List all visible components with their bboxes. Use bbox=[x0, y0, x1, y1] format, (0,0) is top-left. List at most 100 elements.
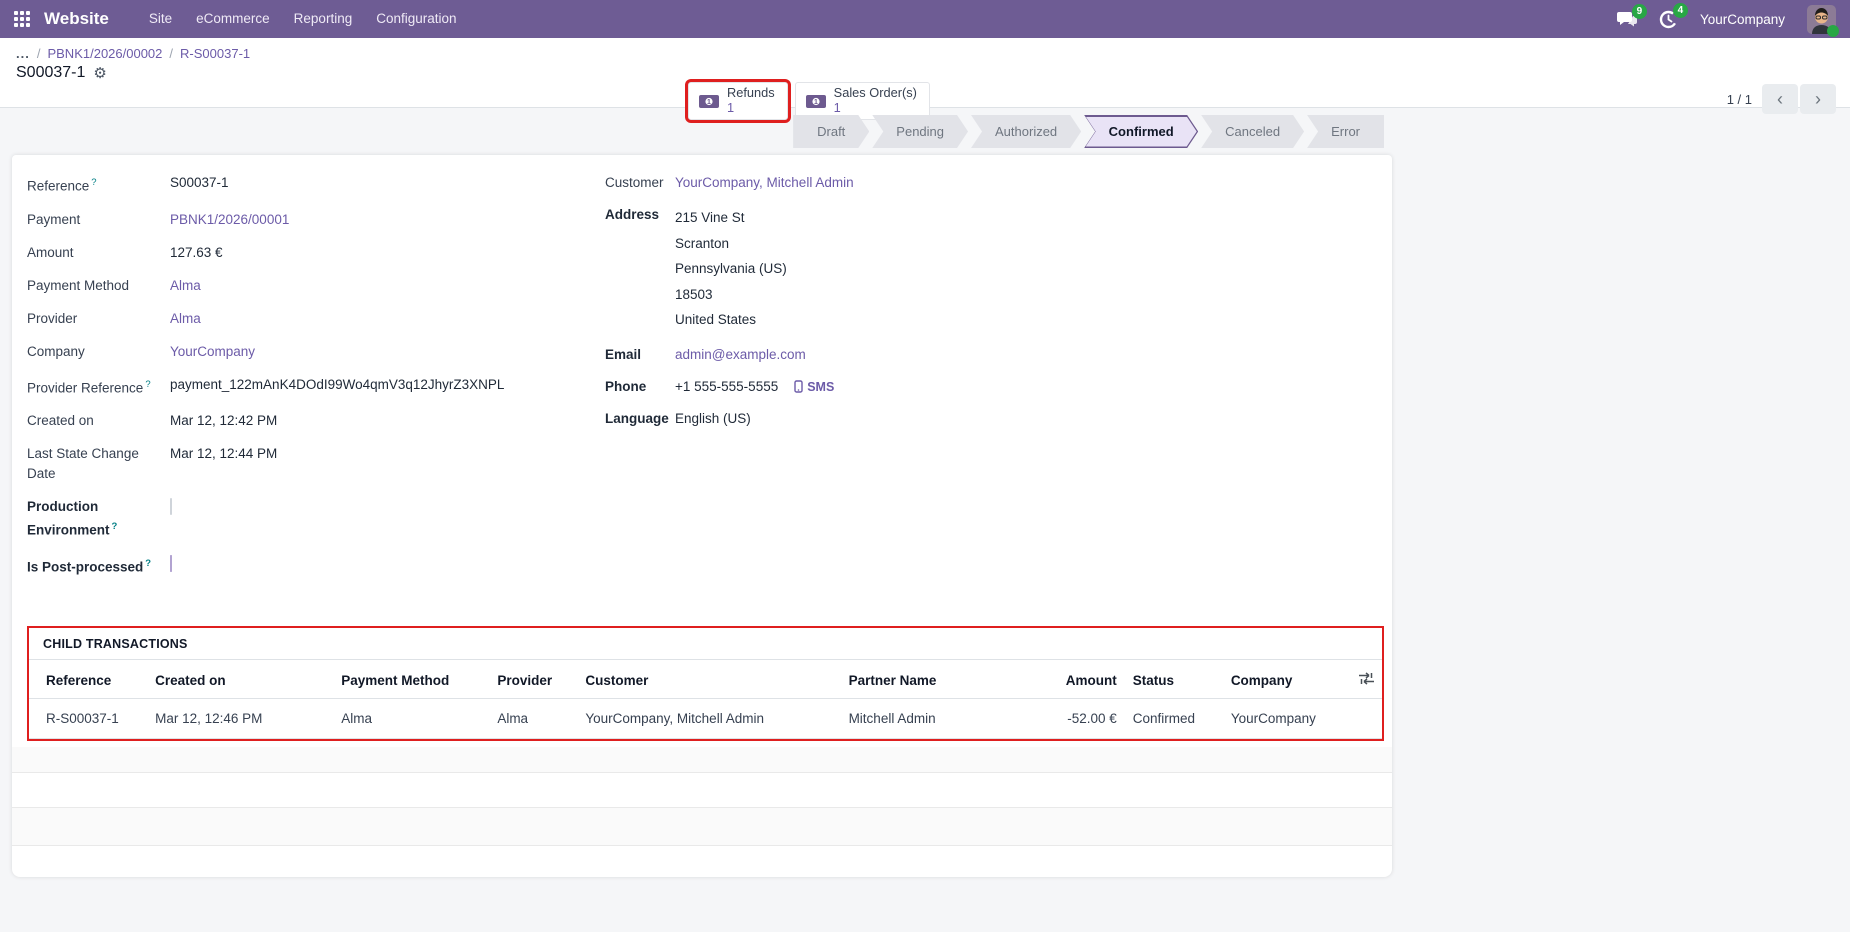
phone-link[interactable]: +1 555-555-5555 bbox=[675, 377, 778, 397]
field-production-environment: Production Environment? bbox=[27, 497, 590, 541]
pager-counter[interactable]: 1 / 1 bbox=[1727, 92, 1752, 107]
address-state: Pennsylvania (US) bbox=[675, 256, 787, 282]
activities-badge: 4 bbox=[1673, 3, 1688, 18]
cell-provider: Alma bbox=[489, 699, 577, 739]
empty-row bbox=[12, 773, 1392, 808]
cell-amount: -52.00 € bbox=[1027, 699, 1125, 739]
field-label: Last State Change Date bbox=[27, 444, 170, 484]
field-email: Email admin@example.com bbox=[605, 345, 1384, 365]
field-payment: Payment PBNK1/2026/00001 bbox=[27, 210, 590, 230]
pager-previous-button[interactable]: ‹ bbox=[1762, 84, 1798, 114]
activities-icon[interactable]: 4 bbox=[1659, 10, 1678, 29]
field-label: Customer bbox=[605, 173, 675, 193]
help-icon: ? bbox=[145, 379, 150, 390]
payment-link[interactable]: PBNK1/2026/00001 bbox=[170, 210, 590, 230]
amount-value: 127.63 € bbox=[170, 243, 590, 263]
help-icon: ? bbox=[112, 521, 118, 532]
column-amount[interactable]: Amount bbox=[1027, 660, 1125, 699]
email-link[interactable]: admin@example.com bbox=[675, 345, 806, 365]
company-link[interactable]: YourCompany bbox=[170, 342, 590, 362]
gear-icon[interactable]: ⚙ bbox=[93, 66, 106, 81]
breadcrumb-collapse[interactable]: ... bbox=[16, 46, 30, 61]
column-company[interactable]: Company bbox=[1223, 660, 1345, 699]
field-label: Production Environment bbox=[27, 499, 110, 538]
child-transaction-row[interactable]: R-S00037-1 Mar 12, 12:46 PM Alma Alma Yo… bbox=[29, 699, 1382, 739]
column-created-on[interactable]: Created on bbox=[147, 660, 333, 699]
field-label: Email bbox=[605, 345, 675, 365]
messages-icon[interactable]: 9 bbox=[1617, 11, 1637, 28]
is-post-processed-checkbox[interactable] bbox=[170, 555, 172, 572]
cell-company: YourCompany bbox=[1223, 699, 1345, 739]
menu-site[interactable]: Site bbox=[137, 0, 184, 38]
status-step-confirmed[interactable]: Confirmed bbox=[1084, 115, 1198, 148]
field-label: Payment bbox=[27, 210, 170, 230]
address-country: United States bbox=[675, 307, 787, 333]
phone-icon bbox=[794, 380, 803, 393]
chevron-left-icon: ‹ bbox=[1777, 90, 1783, 108]
status-step-pending[interactable]: Pending bbox=[872, 115, 968, 148]
field-created-on: Created on Mar 12, 12:42 PM bbox=[27, 411, 590, 431]
payment-method-link[interactable]: Alma bbox=[170, 276, 590, 296]
status-step-canceled[interactable]: Canceled bbox=[1201, 115, 1304, 148]
menu-configuration[interactable]: Configuration bbox=[364, 0, 468, 38]
column-partner-name[interactable]: Partner Name bbox=[841, 660, 1027, 699]
provider-link[interactable]: Alma bbox=[170, 309, 590, 329]
address-zip: 18503 bbox=[675, 282, 787, 308]
company-switcher[interactable]: YourCompany bbox=[1700, 12, 1785, 27]
field-label: Company bbox=[27, 342, 170, 362]
cell-reference: R-S00037-1 bbox=[29, 699, 147, 739]
breadcrumb-separator: / bbox=[169, 46, 173, 61]
cell-partner-name: Mitchell Admin bbox=[841, 699, 1027, 739]
breadcrumb-item-payment[interactable]: PBNK1/2026/00002 bbox=[47, 46, 162, 61]
sms-button[interactable]: SMS bbox=[794, 380, 834, 394]
field-label: Amount bbox=[27, 243, 170, 263]
column-status[interactable]: Status bbox=[1125, 660, 1223, 699]
apps-grid-icon[interactable] bbox=[14, 11, 30, 27]
field-language: Language English (US) bbox=[605, 409, 1384, 429]
pager-next-button[interactable]: › bbox=[1800, 84, 1836, 114]
svg-text:1: 1 bbox=[814, 99, 818, 106]
production-environment-checkbox[interactable] bbox=[170, 498, 172, 515]
cell-customer: YourCompany, Mitchell Admin bbox=[577, 699, 840, 739]
field-provider-reference: Provider Reference? payment_122mAnK4DOdI… bbox=[27, 375, 590, 399]
sales-orders-count: 1 bbox=[834, 101, 917, 116]
field-phone: Phone +1 555-555-5555 SMS bbox=[605, 377, 1384, 397]
banknote-icon: 1 bbox=[805, 94, 827, 109]
provider-reference-value: payment_122mAnK4DOdI99Wo4qmV3q12JhyrZ3XN… bbox=[170, 375, 590, 399]
menu-reporting[interactable]: Reporting bbox=[282, 0, 365, 38]
empty-row bbox=[12, 808, 1392, 846]
reference-value: S00037-1 bbox=[170, 173, 590, 197]
top-navbar: Website Site eCommerce Reporting Configu… bbox=[0, 0, 1850, 38]
address-street: 215 Vine St bbox=[675, 205, 787, 231]
column-reference[interactable]: Reference bbox=[29, 660, 147, 699]
customer-link[interactable]: YourCompany, Mitchell Admin bbox=[675, 173, 854, 193]
breadcrumb: ... / PBNK1/2026/00002 / R-S00037-1 bbox=[16, 46, 1834, 61]
adjust-columns-icon[interactable] bbox=[1359, 672, 1374, 685]
status-step-authorized[interactable]: Authorized bbox=[971, 115, 1081, 148]
status-step-draft[interactable]: Draft bbox=[793, 115, 869, 148]
user-avatar[interactable] bbox=[1807, 5, 1836, 34]
app-name-website[interactable]: Website bbox=[44, 9, 109, 29]
column-customer[interactable]: Customer bbox=[577, 660, 840, 699]
control-panel: ... / PBNK1/2026/00002 / R-S00037-1 S000… bbox=[0, 38, 1850, 108]
column-provider[interactable]: Provider bbox=[489, 660, 577, 699]
cell-status: Confirmed bbox=[1125, 699, 1223, 739]
field-amount: Amount 127.63 € bbox=[27, 243, 590, 263]
breadcrumb-separator: / bbox=[37, 46, 41, 61]
form-sheet: Reference? S00037-1 Payment PBNK1/2026/0… bbox=[12, 155, 1392, 877]
empty-row bbox=[12, 846, 1392, 877]
field-label: Payment Method bbox=[27, 276, 170, 296]
field-label: Address bbox=[605, 205, 675, 333]
online-status-dot bbox=[1827, 25, 1839, 37]
menu-ecommerce[interactable]: eCommerce bbox=[184, 0, 282, 38]
sales-orders-label: Sales Order(s) bbox=[834, 86, 917, 101]
refunds-stat-button[interactable]: 1 Refunds 1 bbox=[688, 82, 788, 120]
sales-orders-stat-button[interactable]: 1 Sales Order(s) 1 bbox=[795, 82, 930, 120]
last-state-change-value: Mar 12, 12:44 PM bbox=[170, 444, 590, 484]
column-payment-method[interactable]: Payment Method bbox=[333, 660, 489, 699]
child-transactions-table: Reference Created on Payment Method Prov… bbox=[29, 660, 1382, 739]
breadcrumb-item-refund[interactable]: R-S00037-1 bbox=[180, 46, 250, 61]
cell-created-on: Mar 12, 12:46 PM bbox=[147, 699, 333, 739]
status-step-error[interactable]: Error bbox=[1307, 115, 1384, 148]
refunds-label: Refunds bbox=[727, 86, 775, 101]
